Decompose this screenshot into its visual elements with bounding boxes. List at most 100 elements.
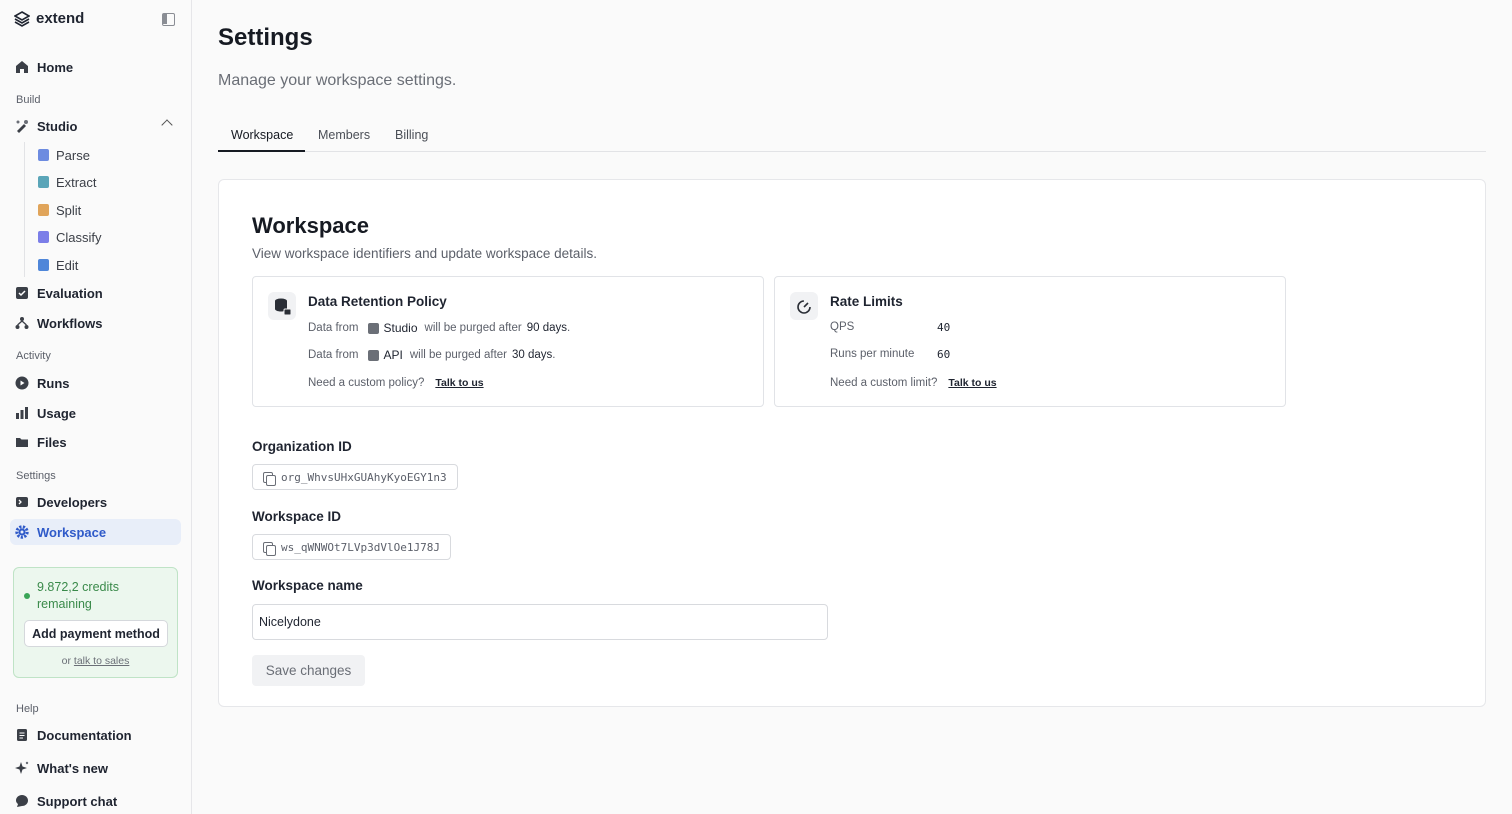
sparkle-icon (15, 761, 29, 774)
nav-evaluation-label: Evaluation (37, 285, 103, 301)
sidebar: extend Home Build Studio Parse Extract S… (0, 0, 192, 814)
active-tab-indicator (218, 150, 305, 152)
qps-label: QPS (830, 321, 855, 333)
workspace-name-label: Workspace name (252, 578, 363, 593)
tab-billing[interactable]: Billing (395, 128, 428, 142)
nav-evaluation[interactable]: Evaluation (10, 280, 181, 306)
page-subtitle: Manage your workspace settings. (218, 72, 457, 89)
copy-icon (263, 542, 276, 556)
retention-purged: will be purged after (424, 322, 522, 334)
workspace-id-copy-chip[interactable]: ws_qWNWOt7LVp3dVlOe1J78J (252, 534, 451, 560)
studio-icon (16, 120, 28, 133)
nav-home-label: Home (37, 59, 74, 75)
workspace-card: Workspace View workspace identifiers and… (218, 179, 1486, 707)
split-icon (38, 204, 49, 216)
retention-api-days: 30 days (512, 349, 553, 361)
collapse-sidebar-icon[interactable] (162, 13, 175, 26)
rate-talk-to-us-link[interactable]: Talk to us (948, 377, 996, 389)
retention-purged-2: will be purged after (409, 349, 508, 361)
extract-icon (38, 176, 49, 188)
credits-remaining: 9.872,2 credits remaining (37, 580, 119, 611)
tab-workspace[interactable]: Workspace (231, 128, 293, 142)
retention-talk-to-us-link[interactable]: Talk to us (435, 377, 483, 389)
rpm-label: Runs per minute (830, 348, 915, 360)
play-icon (15, 376, 29, 390)
parse-icon (38, 149, 49, 161)
retention-custom: Need a custom policy? (308, 377, 425, 389)
workspace-name-input[interactable] (252, 604, 828, 640)
retention-custom-line: Need a custom policy? Talk to us (308, 377, 484, 389)
qps-value: 40 (937, 321, 951, 334)
nav-files-label: Files (37, 434, 67, 450)
credits-panel: 9.872,2 credits remaining Add payment me… (13, 567, 178, 678)
retention-data-from: Data from (308, 322, 359, 334)
sales-text: or talk to sales (14, 655, 177, 667)
api-icon (367, 349, 379, 361)
talk-to-sales-link[interactable]: talk to sales (74, 655, 129, 667)
save-changes-button[interactable]: Save changes (252, 655, 365, 686)
workflows-icon (15, 317, 29, 329)
gauge-icon (790, 292, 818, 320)
nav-documentation-label: Documentation (37, 727, 132, 743)
nav-support-chat-label: Support chat (37, 793, 118, 809)
nav-workspace-label: Workspace (37, 524, 107, 540)
sales-or: or (61, 655, 71, 667)
nav-files[interactable]: Files (10, 429, 181, 455)
add-payment-method-button[interactable]: Add payment method (24, 620, 168, 647)
nav-parse-label: Parse (56, 147, 90, 163)
data-retention-box: Data Retention Policy Data from Studio w… (252, 276, 764, 407)
retention-api: API (383, 348, 403, 362)
nav-classify-label: Classify (56, 229, 102, 245)
nav-documentation[interactable]: Documentation (10, 722, 181, 748)
nav-split[interactable]: Split (38, 199, 81, 221)
nav-extract-label: Extract (56, 174, 97, 190)
copy-icon (263, 472, 276, 486)
nav-developers-label: Developers (37, 494, 108, 510)
workspace-id-value: ws_qWNWOt7LVp3dVlOe1J78J (281, 540, 440, 554)
retention-studio: Studio (383, 321, 418, 335)
nav-workflows[interactable]: Workflows (10, 310, 181, 336)
brand-name: extend (36, 10, 85, 27)
card-title: Workspace (252, 213, 369, 238)
nav-support-chat[interactable]: Support chat (10, 788, 181, 814)
nav-classify[interactable]: Classify (38, 226, 102, 248)
nav-whats-new[interactable]: What's new (10, 755, 181, 781)
nav-studio-label: Studio (37, 118, 78, 134)
classify-icon (38, 231, 49, 243)
nav-developers[interactable]: Developers (10, 489, 181, 515)
logo-icon (14, 10, 30, 27)
workspace-id-label: Workspace ID (252, 509, 342, 524)
tab-members[interactable]: Members (318, 128, 370, 142)
org-id-copy-chip[interactable]: org_WhvsUHxGUAhyKyoEGY1n3 (252, 464, 458, 490)
brand-logo[interactable]: extend (14, 10, 84, 27)
nav-workspace[interactable]: Workspace (10, 519, 181, 545)
nav-usage[interactable]: Usage (10, 400, 181, 426)
section-help: Help (16, 703, 39, 715)
rpm-value: 60 (937, 348, 951, 361)
gear-icon (15, 525, 29, 539)
retention-title: Data Retention Policy (308, 294, 447, 309)
home-icon (16, 61, 28, 73)
nav-edit[interactable]: Edit (38, 254, 78, 276)
credits-status-dot (24, 593, 30, 599)
developers-icon (16, 497, 28, 507)
rate-limits-title: Rate Limits (830, 294, 903, 309)
database-lock-icon (268, 292, 296, 320)
card-subtitle: View workspace identifiers and update wo… (252, 246, 597, 261)
retention-studio-days: 90 days (526, 322, 567, 334)
nav-runs[interactable]: Runs (10, 370, 181, 396)
document-icon (17, 729, 27, 741)
usage-icon (16, 407, 28, 419)
evaluation-icon (16, 287, 28, 299)
section-build: Build (16, 94, 41, 106)
subtree-line (24, 142, 25, 277)
nav-studio[interactable]: Studio (10, 113, 181, 139)
retention-data-from-2: Data from (308, 349, 359, 361)
nav-parse[interactable]: Parse (38, 144, 90, 166)
org-id-value: org_WhvsUHxGUAhyKyoEGY1n3 (281, 470, 447, 484)
rate-custom: Need a custom limit? (830, 377, 938, 389)
nav-extract[interactable]: Extract (38, 171, 96, 193)
chat-icon (16, 795, 28, 807)
section-settings: Settings (16, 470, 56, 482)
nav-home[interactable]: Home (10, 54, 181, 80)
